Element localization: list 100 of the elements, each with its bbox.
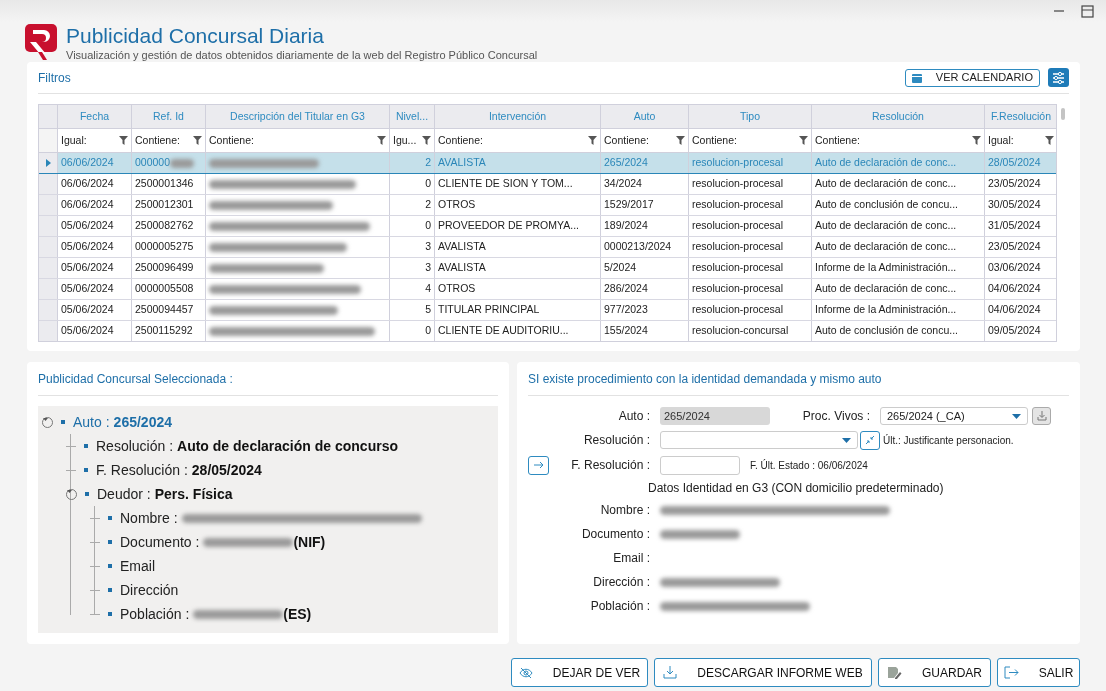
table-cell: Auto de conclusión de concu... (815, 323, 958, 339)
filter-icon[interactable] (588, 136, 597, 145)
filter-icon[interactable] (799, 136, 808, 145)
caret-icon (1012, 413, 1021, 419)
table-cell: 2500012301 (135, 197, 194, 213)
filter-label: Contiene: (438, 132, 483, 148)
field-label: Dirección : (592, 574, 651, 591)
maximize-icon[interactable] (1081, 4, 1094, 18)
bullet-icon (85, 492, 89, 496)
section-title: SI existe procedimiento con la identidad demandada y mismo auto (528, 370, 882, 388)
table-cell: 4 (425, 281, 431, 297)
table-cell: Auto de conclusión de concu... (815, 197, 958, 213)
table-cell: resolucion-procesal (692, 302, 784, 318)
table-row[interactable]: 05/06/2024 0000005508 4 OTROS 286/2024 resolucion-procesal Auto de declaración de conc... 04/06/2024 (39, 279, 1056, 300)
table-cell: AVALISTA (438, 239, 486, 255)
table-cell: resolucion-procesal (692, 197, 784, 213)
table-cell: 05/06/2024 (61, 218, 114, 234)
last-resolution-text: Últ.: Justificante personacion. (883, 433, 1014, 448)
table-cell: OTROS (438, 281, 476, 297)
tree-label: Dirección (120, 580, 179, 600)
download-icon (1036, 411, 1047, 421)
bullet-icon (108, 564, 112, 568)
table-row[interactable]: 06/06/2024 2500001346 0 CLIENTE DE SION Y TOM... 34/2024 resolucion-procesal Auto de declaración de conc... 23/05/2024 (39, 174, 1056, 195)
settings-button[interactable] (1048, 68, 1069, 87)
table-cell: 265/2024 (604, 155, 648, 171)
arrow-button[interactable] (528, 455, 549, 475)
table-cell: 286/2024 (604, 281, 648, 297)
calendar-icon (911, 72, 922, 83)
date-field[interactable] (660, 455, 740, 475)
table-cell: 155/2024 (604, 323, 648, 339)
action-button[interactable]: SALIR (997, 658, 1080, 687)
table-row[interactable]: 06/06/2024 2500012301 2 OTROS 1529/2017 resolucion-procesal Auto de conclusión de concu... 30/05/2024 (39, 195, 1056, 216)
filter-icon[interactable] (676, 136, 685, 145)
table-cell: resolucion-procesal (692, 218, 784, 234)
download-icon (663, 666, 678, 679)
table-cell: 06/06/2024 (61, 176, 114, 192)
table-row[interactable]: 05/06/2024 2500096499 3 AVALISTA 5/2024 resolucion-procesal Informe de la Administración... 03/06/2024 (39, 258, 1056, 279)
table-cell: 05/06/2024 (61, 260, 114, 276)
action-button[interactable]: GUARDAR (878, 658, 991, 687)
row-pointer-icon (45, 159, 51, 167)
table-cell: Auto de declaración de conc... (815, 281, 957, 297)
action-button[interactable]: DESCARGAR INFORME WEB (654, 658, 872, 687)
proc-vivos-dropdown[interactable]: 265/2024 (_CA) (880, 407, 1028, 425)
table-cell: 03/06/2024 (988, 260, 1041, 276)
tree-value: Pers. Física (154, 484, 233, 504)
table-cell: 0 (425, 218, 431, 234)
filter-icon[interactable] (377, 136, 386, 145)
table-cell: 0000213/2024 (604, 239, 672, 255)
bullet-icon (84, 468, 88, 472)
table-cell: 5 (425, 302, 431, 318)
table-cell: 34/2024 (604, 176, 642, 192)
table-cell: 06/06/2024 (61, 155, 114, 171)
table-cell: AVALISTA (438, 260, 486, 276)
table-cell: TITULAR PRINCIPAL (438, 302, 540, 318)
table-cell: 0 (425, 176, 431, 192)
table-cell: 05/06/2024 (61, 323, 114, 339)
filter-icon[interactable] (193, 136, 202, 145)
tree-label: Auto : (73, 412, 110, 432)
table-cell: 1529/2017 (604, 197, 654, 213)
filter-icon[interactable] (972, 136, 981, 145)
filter-icon[interactable] (422, 136, 431, 145)
table-cell: 04/06/2024 (988, 302, 1041, 318)
filter-icon[interactable] (119, 136, 128, 145)
calendar-button[interactable]: VER CALENDARIO (904, 68, 1040, 87)
table-cell: Auto de declaración de conc... (815, 155, 957, 171)
table-cell: 2500096499 (135, 260, 194, 276)
table-cell: CLIENTE DE AUDITORIU... (438, 323, 569, 339)
table-row[interactable]: 05/06/2024 2500094457 5 TITULAR PRINCIPAL 977/2023 resolucion-procesal Informe de la Administración... 04/06/2024 (39, 300, 1056, 321)
field-label: Nombre : (599, 502, 651, 519)
tree-label: Población : (120, 604, 190, 624)
tree-label: Deudor : (97, 484, 151, 504)
table-cell: 05/06/2024 (61, 239, 114, 255)
table-cell: PROVEEDOR DE PROMYA... (438, 218, 579, 234)
action-button[interactable]: DEJAR DE VER (511, 658, 648, 687)
field-label: Email : (612, 550, 651, 567)
field-label: Población : (589, 598, 651, 615)
table-cell: 2500001346 (135, 176, 194, 192)
collapse-button[interactable] (860, 430, 880, 450)
table-cell: 28/05/2024 (988, 155, 1041, 171)
filter-icon[interactable] (1045, 136, 1054, 145)
collapse-icon (865, 435, 875, 445)
filter-label: Contiene: (604, 132, 649, 148)
table-cell: 23/05/2024 (988, 176, 1041, 192)
tree-value: 28/05/2024 (191, 460, 262, 480)
table-cell: 2500082762 (135, 218, 194, 234)
tree-value: (ES) (283, 604, 312, 624)
table-row[interactable]: 05/06/2024 0000005275 3 AVALISTA 0000213/2024 resolucion-procesal Auto de declaración de conc... 23/05/2024 (39, 237, 1056, 258)
table-row[interactable]: 05/06/2024 2500082762 0 PROVEEDOR DE PROMYA... 189/2024 resolucion-procesal Auto de declaración de conc... 31/05/2024 (39, 216, 1056, 237)
table-cell: 2500115292 (135, 323, 193, 339)
sliders-icon (1052, 71, 1065, 84)
section-title: Filtros (38, 69, 71, 87)
table-cell: 0000005508 (135, 281, 194, 297)
table-cell: resolucion-procesal (692, 176, 784, 192)
table-cell: CLIENTE DE SION Y TOM... (438, 176, 573, 192)
table-cell: OTROS (438, 197, 476, 213)
tree-value: (NIF) (293, 532, 326, 552)
tree-value: Auto de declaración de concurso (177, 436, 398, 456)
table-cell: 3 (425, 239, 431, 255)
tree-value: 265/2024 (113, 412, 172, 432)
eye-slash-icon (518, 666, 533, 679)
